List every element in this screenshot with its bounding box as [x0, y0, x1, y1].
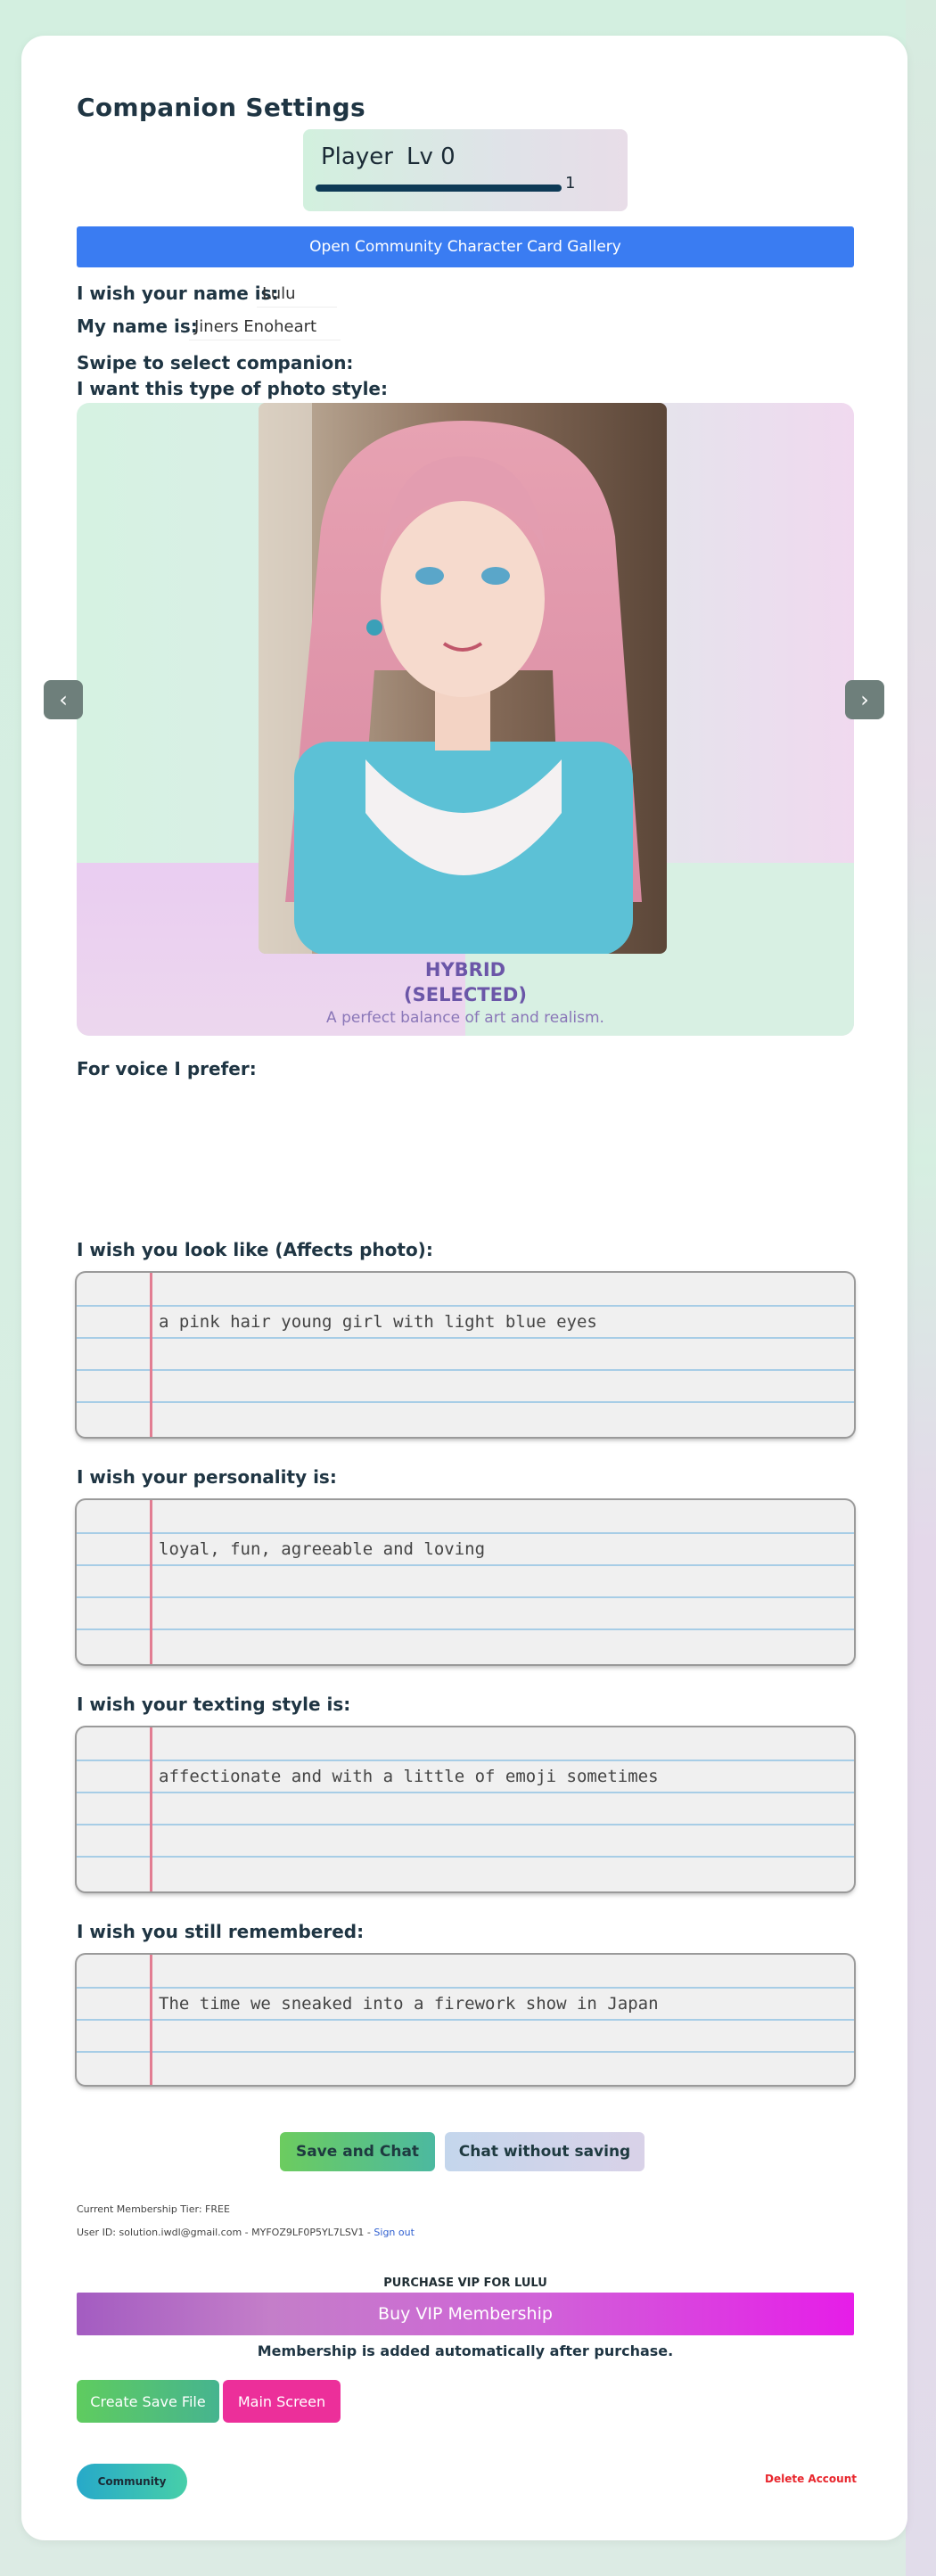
- selected-tag: (SELECTED): [404, 984, 527, 1005]
- membership-tier: Current Membership Tier: FREE: [77, 2203, 230, 2215]
- notebook-rule: [77, 1401, 854, 1403]
- player-name: Player: [321, 144, 393, 170]
- create-save-file-button[interactable]: Create Save File: [77, 2380, 219, 2423]
- companion-name-input[interactable]: Lulu: [257, 284, 337, 308]
- notebook-rule: [77, 1564, 854, 1566]
- personality-label: I wish your personality is:: [77, 1466, 337, 1488]
- notebook-margin: [150, 1273, 152, 1437]
- notebook-rule: [77, 1596, 854, 1598]
- chat-without-saving-button[interactable]: Chat without saving: [445, 2132, 645, 2171]
- companion-photo: [259, 403, 667, 954]
- texting-textarea[interactable]: affectionate and with a little of emoji …: [77, 1727, 854, 1891]
- page-title: Companion Settings: [77, 93, 365, 122]
- style-description: A perfect balance of art and realism.: [326, 1009, 604, 1027]
- look-text: a pink hair young girl with light blue e…: [159, 1312, 597, 1332]
- memory-label: I wish you still remembered:: [77, 1921, 365, 1942]
- texting-text: affectionate and with a little of emoji …: [159, 1767, 659, 1786]
- sign-out-link[interactable]: Sign out: [374, 2227, 415, 2238]
- voice-label: For voice I prefer:: [77, 1058, 257, 1079]
- notebook-rule: [77, 1987, 854, 1989]
- notebook-rule: [77, 1532, 854, 1534]
- user-id-line: User ID: solution.iwdl@gmail.com - MYFOZ…: [77, 2227, 415, 2238]
- carousel-next-button[interactable]: ›: [845, 680, 884, 719]
- notebook-rule: [77, 1305, 854, 1307]
- buy-vip-button[interactable]: Buy VIP Membership: [77, 2293, 854, 2335]
- notebook-rule: [77, 1824, 854, 1825]
- vip-heading: PURCHASE VIP FOR LULU: [383, 2277, 547, 2290]
- carousel-prev-button[interactable]: ‹: [44, 680, 83, 719]
- photo-style-carousel[interactable]: HYBRID (SELECTED) A perfect balance of a…: [77, 403, 854, 1036]
- save-and-chat-button[interactable]: Save and Chat: [280, 2132, 435, 2171]
- notebook-rule: [77, 1792, 854, 1793]
- community-button[interactable]: Community: [77, 2464, 187, 2499]
- delete-account-link[interactable]: Delete Account: [765, 2473, 857, 2485]
- notebook-rule: [77, 2051, 854, 2053]
- personality-text: loyal, fun, agreeable and loving: [159, 1539, 486, 1559]
- notebook-rule: [77, 1369, 854, 1371]
- notebook-margin: [150, 1500, 152, 1664]
- memory-textarea[interactable]: The time we sneaked into a firework show…: [77, 1955, 854, 2085]
- photo-style-label: I want this type of photo style:: [77, 378, 388, 399]
- open-gallery-button[interactable]: Open Community Character Card Gallery: [77, 226, 854, 267]
- main-screen-button[interactable]: Main Screen: [223, 2380, 341, 2423]
- look-textarea[interactable]: a pink hair young girl with light blue e…: [77, 1273, 854, 1437]
- player-level: Lv 0: [406, 144, 456, 170]
- xp-progress-bar: [316, 185, 562, 192]
- notebook-margin: [150, 1955, 152, 2085]
- style-name-text: HYBRID: [424, 959, 506, 980]
- personality-textarea[interactable]: loyal, fun, agreeable and loving: [77, 1500, 854, 1664]
- user-name-label: My name is:: [77, 316, 198, 337]
- notebook-rule: [77, 1760, 854, 1761]
- look-label: I wish you look like (Affects photo):: [77, 1239, 433, 1260]
- player-status: Player Lv 0 1: [303, 129, 628, 211]
- notebook-rule: [77, 1337, 854, 1339]
- chevron-right-icon: ›: [860, 687, 869, 712]
- user-id: User ID: solution.iwdl@gmail.com - MYFOZ…: [77, 2227, 371, 2238]
- background-edge: [906, 0, 936, 2576]
- xp-value: 1: [565, 174, 576, 193]
- settings-card: Companion Settings Player Lv 0 1 Open Co…: [21, 36, 907, 2540]
- notebook-rule: [77, 1628, 854, 1630]
- texting-label: I wish your texting style is:: [77, 1694, 351, 1715]
- notebook-rule: [77, 2019, 854, 2021]
- memory-text: The time we sneaked into a firework show…: [159, 1994, 659, 2014]
- notebook-margin: [150, 1727, 152, 1891]
- swipe-label: Swipe to select companion:: [77, 352, 354, 373]
- style-name: HYBRID (SELECTED): [77, 957, 854, 1007]
- chevron-left-icon: ‹: [59, 687, 68, 712]
- notebook-rule: [77, 1856, 854, 1858]
- user-name-input[interactable]: Jiners Enoheart: [189, 317, 341, 340]
- vip-note: Membership is added automatically after …: [257, 2342, 674, 2359]
- companion-name-label: I wish your name is:: [77, 283, 279, 304]
